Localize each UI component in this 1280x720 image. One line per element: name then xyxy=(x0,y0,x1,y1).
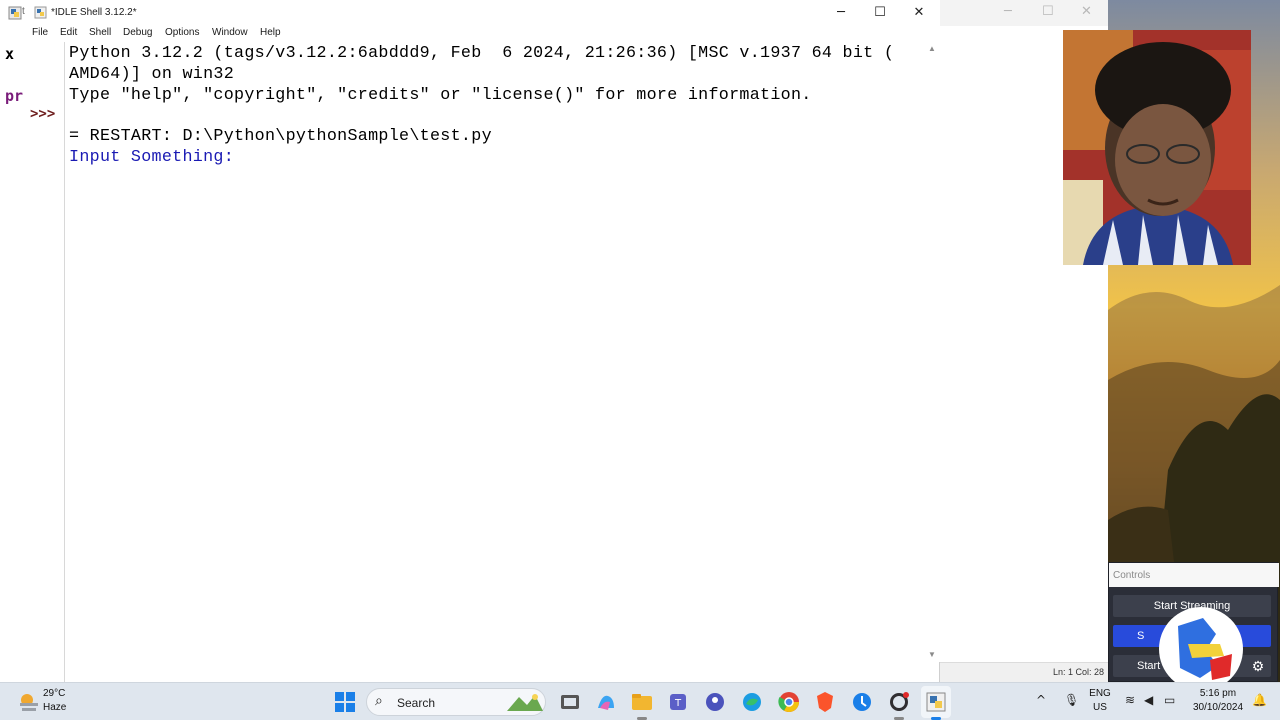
bg-code-fragment-2: pr xyxy=(5,87,24,105)
task-view-icon[interactable] xyxy=(558,690,582,714)
idle-taskbar-button[interactable] xyxy=(921,686,951,720)
bg-status-text: Ln: 1 Col: 28 xyxy=(1052,667,1104,677)
minimize-icon[interactable]: ─ xyxy=(822,2,860,24)
chrome-icon[interactable] xyxy=(777,690,801,714)
idle-icon xyxy=(926,692,946,712)
idle-app-icon xyxy=(8,6,22,20)
search-label: Search xyxy=(397,696,436,710)
menu-debug[interactable]: Debug xyxy=(123,27,152,38)
gear-icon[interactable]: ⚙ xyxy=(1248,656,1268,676)
menu-options[interactable]: Options xyxy=(165,27,199,38)
edge-icon[interactable] xyxy=(740,690,764,714)
weather-condition: Haze xyxy=(43,702,67,713)
search-icon: ⌕ xyxy=(375,693,383,709)
teams-work-icon[interactable] xyxy=(703,690,727,714)
shell-line-1: Python 3.12.2 (tags/v3.12.2:6abddd9, Feb… xyxy=(69,44,895,63)
weather-icon[interactable] xyxy=(16,689,42,715)
python-icon xyxy=(34,6,47,19)
controls-header: Controls xyxy=(1109,563,1279,587)
menu-window[interactable]: Window xyxy=(212,27,248,38)
clock-time[interactable]: 5:16 pm xyxy=(1190,688,1246,699)
battery-icon[interactable]: ▭ xyxy=(1164,693,1175,707)
desktop: ─ ☐ ✕ Ln: 1 Col: 28 t *IDLE Shell 3.12.2… xyxy=(0,0,1280,720)
bg-title-fragment: t xyxy=(22,6,25,17)
idle-shell-window: t *IDLE Shell 3.12.2* ─ ☐ ✕ File Edit Sh… xyxy=(0,0,940,682)
shell-prompt: >>> xyxy=(30,106,56,122)
shell-text-area[interactable]: Python 3.12.2 (tags/v3.12.2:6abddd9, Feb… xyxy=(65,42,927,682)
wifi-icon[interactable]: ≋ xyxy=(1125,693,1135,707)
microphone-icon[interactable]: 🎙 xyxy=(1064,693,1079,707)
app-icon[interactable] xyxy=(850,690,874,714)
shell-input-prompt: Input Something: xyxy=(69,148,245,167)
language-code[interactable]: ENG xyxy=(1088,688,1112,699)
weather-temperature: 29°C xyxy=(43,688,66,699)
clock-date[interactable]: 30/10/2024 xyxy=(1190,702,1246,713)
menu-bar: File Edit Shell Debug Options Window Hel… xyxy=(0,26,940,42)
close-icon[interactable]: ✕ xyxy=(900,2,938,24)
prompt-sidebar: >>> xyxy=(28,42,65,682)
menu-help[interactable]: Help xyxy=(260,27,281,38)
brave-icon[interactable] xyxy=(813,690,837,714)
bg-minimize-icon[interactable]: ─ xyxy=(1004,4,1012,19)
channel-logo xyxy=(1159,607,1243,691)
title-bar: t *IDLE Shell 3.12.2* ─ ☐ ✕ xyxy=(0,0,940,26)
taskbar-search-box[interactable]: ⌕ Search xyxy=(366,688,546,716)
notification-bell-icon[interactable]: 🔔 xyxy=(1252,693,1267,707)
window-title: *IDLE Shell 3.12.2* xyxy=(51,7,137,18)
shell-line-3: Type "help", "copyright", "credits" or "… xyxy=(69,86,812,105)
volume-icon[interactable]: ◀ xyxy=(1144,693,1153,707)
bg-status-bar: Ln: 1 Col: 28 xyxy=(940,662,1108,682)
vertical-scrollbar[interactable]: ▲ ▼ xyxy=(927,42,940,662)
scroll-up-icon[interactable]: ▲ xyxy=(928,44,936,53)
windows-start-icon[interactable] xyxy=(333,690,357,714)
svg-text:T: T xyxy=(674,698,682,709)
copilot-icon[interactable] xyxy=(594,690,618,714)
bg-maximize-icon[interactable]: ☐ xyxy=(1042,4,1054,19)
search-highlight-icon xyxy=(507,694,543,711)
keyboard-region[interactable]: US xyxy=(1088,702,1112,713)
shell-line-2: AMD64)] on win32 xyxy=(69,65,235,84)
background-window-strip: x pr xyxy=(0,42,28,682)
scroll-down-icon[interactable]: ▼ xyxy=(928,650,936,659)
taskbar: 29°C Haze ⌕ Search T ^ 🎙 ENG US ≋ ◀ ▭ 5:… xyxy=(0,682,1280,720)
menu-edit[interactable]: Edit xyxy=(60,27,77,38)
chevron-up-icon[interactable]: ^ xyxy=(1036,693,1046,707)
webcam-overlay xyxy=(1063,30,1251,265)
shell-restart-line: = RESTART: D:\Python\pythonSample\test.p… xyxy=(69,127,492,146)
menu-file[interactable]: File xyxy=(32,27,48,38)
teams-icon[interactable]: T xyxy=(667,690,691,714)
file-explorer-icon[interactable] xyxy=(630,690,654,714)
bg-code-fragment-1: x xyxy=(5,45,15,63)
maximize-icon[interactable]: ☐ xyxy=(861,2,899,24)
bg-close-icon[interactable]: ✕ xyxy=(1081,4,1092,19)
webcam-person-image xyxy=(1063,30,1251,265)
obs-icon[interactable] xyxy=(887,690,911,714)
menu-shell[interactable]: Shell xyxy=(89,27,111,38)
